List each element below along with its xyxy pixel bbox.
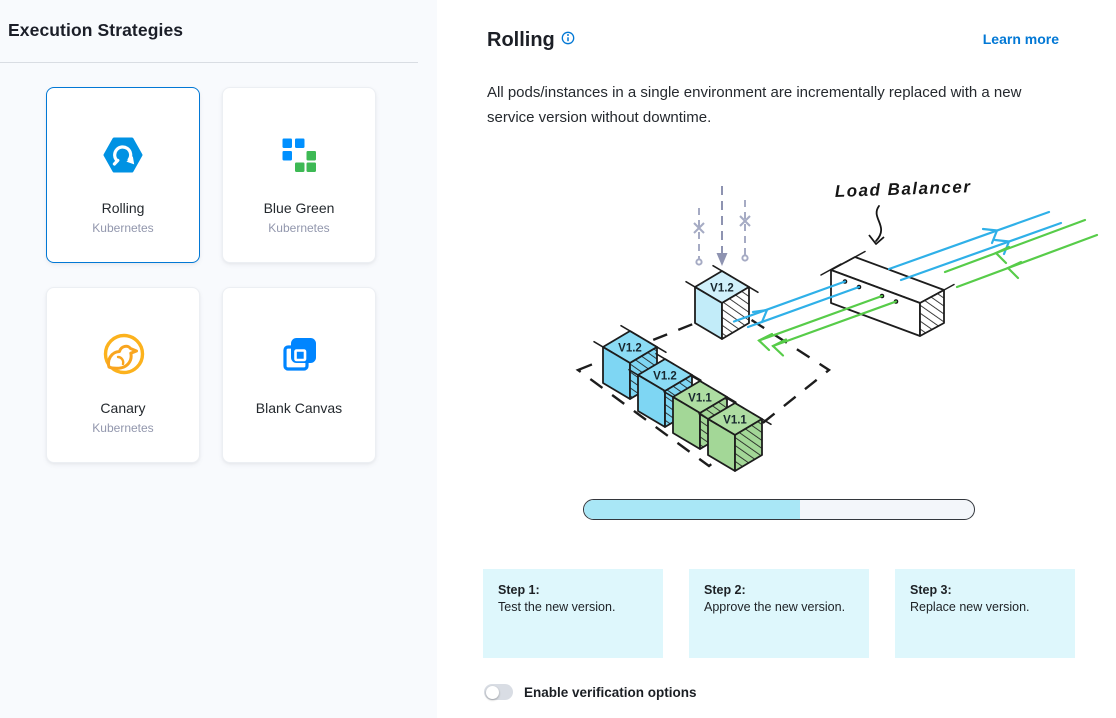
strategy-cards-grid: Rolling Kubernetes Blue Green Kubern (46, 87, 437, 463)
step-title: Step 1: (498, 582, 648, 599)
info-icon[interactable] (561, 31, 575, 50)
step-text: Test the new version. (498, 599, 648, 616)
strategy-sublabel: Kubernetes (268, 221, 329, 235)
strategy-label: Canary (100, 400, 145, 416)
step-card-3: Step 3: Replace new version. (895, 569, 1075, 658)
strategy-sublabel: Kubernetes (92, 421, 153, 435)
detail-header: Rolling Learn more (437, 0, 1116, 52)
strategy-card-canary[interactable]: Canary Kubernetes (46, 287, 200, 463)
strategy-label: Blank Canvas (256, 400, 342, 416)
step-card-2: Step 2: Approve the new version. (689, 569, 869, 658)
strategy-picker-panel: Execution Strategies Rolling Kubernetes (0, 0, 437, 718)
strategy-description: All pods/instances in a single environme… (487, 81, 1059, 130)
svg-text:V1.2: V1.2 (653, 371, 677, 383)
page-title: Execution Strategies (0, 0, 437, 41)
svg-text:V1.1: V1.1 (688, 393, 712, 405)
staged-pod-blocked-traffic (694, 186, 750, 265)
execution-strategies-screen: Execution Strategies Rolling Kubernetes (0, 0, 1116, 718)
svg-text:V1.1: V1.1 (723, 415, 747, 427)
enable-verification-toggle[interactable] (484, 684, 513, 700)
strategy-steps: Step 1: Test the new version. Step 2: Ap… (483, 569, 1116, 658)
svg-text:Load Balancer: Load Balancer (834, 177, 971, 201)
blue-green-strategy-icon (281, 132, 317, 178)
learn-more-link[interactable]: Learn more (983, 31, 1059, 47)
toggle-knob (486, 686, 499, 699)
step-title: Step 2: (704, 582, 854, 599)
svg-text:V1.2: V1.2 (710, 283, 734, 295)
staged-pod-arrowhead (717, 253, 728, 266)
rollout-progress-bar (583, 499, 975, 520)
rollout-progress-fill (584, 500, 800, 519)
strategy-card-rolling[interactable]: Rolling Kubernetes (46, 87, 200, 263)
step-text: Approve the new version. (704, 599, 854, 616)
verification-toggle-label: Enable verification options (524, 685, 697, 700)
strategy-sublabel: Kubernetes (92, 221, 153, 235)
strategy-detail-title: Rolling (487, 28, 555, 52)
load-balancer-annotation: Load Balancer (834, 177, 971, 244)
strategy-card-blue-green[interactable]: Blue Green Kubernetes (222, 87, 376, 263)
step-card-1: Step 1: Test the new version. (483, 569, 663, 658)
canary-strategy-icon (100, 332, 146, 378)
pod-cube-staged: V1.2 (686, 266, 758, 339)
step-title: Step 3: (910, 582, 1060, 599)
strategy-label: Rolling (102, 200, 145, 216)
rolling-strategy-icon (103, 132, 143, 178)
strategy-card-blank-canvas[interactable]: Blank Canvas (222, 287, 376, 463)
divider (0, 62, 418, 63)
blank-canvas-strategy-icon (278, 332, 320, 378)
verification-toggle-row: Enable verification options (484, 684, 1116, 700)
rolling-strategy-illustration: V1.2 V1.2 V1.2 (437, 150, 1116, 490)
strategy-label: Blue Green (264, 200, 335, 216)
step-text: Replace new version. (910, 599, 1060, 616)
strategy-detail-panel: Rolling Learn more All pods/instances in… (437, 0, 1116, 718)
svg-text:V1.2: V1.2 (618, 343, 642, 355)
